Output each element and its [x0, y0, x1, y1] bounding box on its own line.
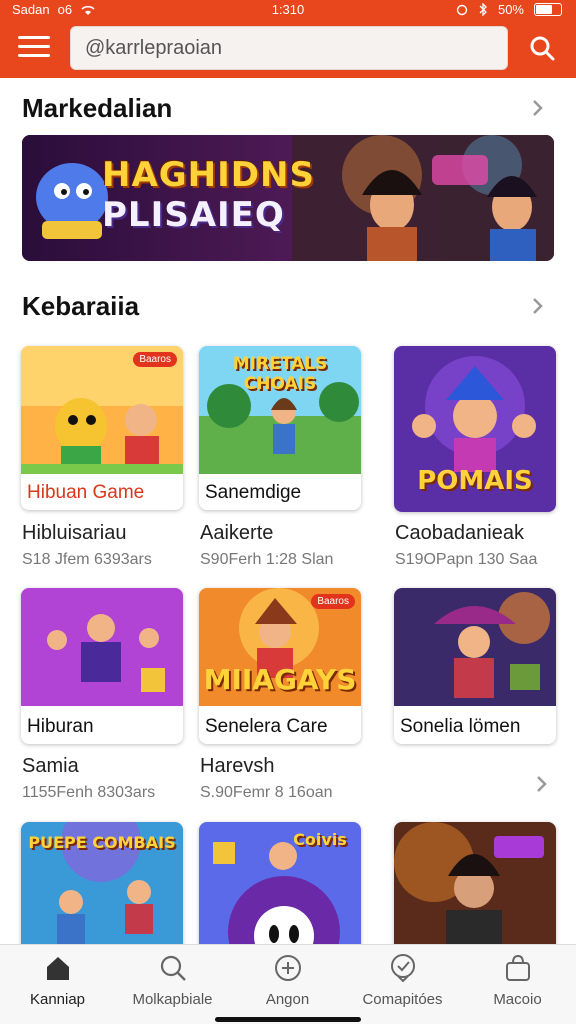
- chevron-right-icon[interactable]: [528, 98, 548, 118]
- card-subtitle: 1155Fenh 8303ars: [22, 784, 156, 801]
- badge-pill: Baaros: [133, 352, 177, 367]
- card-subtitle: S18 Jfem 6393ars: [22, 551, 152, 568]
- search-input[interactable]: [71, 27, 507, 69]
- card-meta: Caobadanieak S19OPapn 130 Saa: [395, 522, 575, 569]
- add-circle-icon: [274, 955, 301, 981]
- card-title: Samia: [22, 755, 79, 777]
- nav-label: Macoio: [493, 991, 542, 1008]
- game-card[interactable]: Coivis: [199, 822, 361, 952]
- banner-title-line1: HAGHIDNS: [102, 155, 315, 195]
- card-meta: Aaikerte S90Ferh 1:28 Slan: [200, 522, 380, 569]
- art-title: MIRETALS CHOAIS: [232, 354, 328, 394]
- bottom-nav-bar: Kanniap Molkapbiale Angon Comapitóes Mac…: [0, 944, 576, 1024]
- battery-percent: 50%: [497, 2, 524, 17]
- search-bar: [70, 26, 508, 70]
- card-title: Harevsh: [200, 755, 275, 777]
- hamburger-line: [18, 36, 50, 39]
- game-card[interactable]: POMAIS: [394, 346, 556, 512]
- card-caption: Hibuan Game: [27, 482, 145, 503]
- card-subtitle: S90Ferh 1:28 Slan: [200, 551, 334, 568]
- game-card[interactable]: Baaros Hibuan Game: [21, 346, 183, 510]
- menu-button[interactable]: [18, 36, 50, 60]
- game-card[interactable]: Hiburan: [21, 588, 183, 744]
- card-subtitle: S.90Femr 8 16oan: [200, 784, 333, 801]
- nav-label: Angon: [265, 991, 310, 1008]
- alarm-icon: [456, 4, 468, 15]
- game-card[interactable]: PUEPE COMBAIS: [21, 822, 183, 952]
- nav-item-completed[interactable]: Comapitóes: [345, 953, 460, 1008]
- art-title: POMAIS: [417, 466, 533, 496]
- card-caption: Senelera Care: [205, 716, 328, 737]
- card-title: Caobadanieak: [395, 522, 524, 544]
- home-indicator[interactable]: [215, 1017, 361, 1022]
- battery-icon: [534, 3, 562, 16]
- card-subtitle: S19OPapn 130 Saa: [395, 551, 538, 568]
- nav-item-bag[interactable]: Macoio: [460, 953, 575, 1008]
- nav-label: Molkapbiale: [132, 991, 213, 1008]
- game-card[interactable]: Sonelia lömen: [394, 588, 556, 744]
- featured-banner[interactable]: HAGHIDNS PLISAIEQ: [22, 135, 554, 261]
- banner-title-line2: PLISAIEQ: [102, 195, 285, 235]
- game-card[interactable]: [394, 822, 556, 952]
- nav-item-search[interactable]: Molkapbiale: [115, 953, 230, 1008]
- nav-item-home[interactable]: Kanniap: [0, 953, 115, 1008]
- section-title: Kebaraiia: [22, 291, 140, 321]
- card-meta: Hibluisariau S18 Jfem 6393ars: [22, 522, 202, 569]
- nav-label: Comapitóes: [362, 991, 443, 1008]
- home-icon: [46, 957, 69, 980]
- chevron-right-icon[interactable]: [528, 296, 548, 316]
- card-title: Aaikerte: [200, 522, 274, 544]
- card-caption: Sonelia lömen: [400, 716, 521, 737]
- top-app-bar: Sadan o6 1:310 50%: [0, 0, 576, 78]
- nav-item-add[interactable]: Angon: [230, 953, 345, 1008]
- check-badge-icon: [390, 954, 415, 983]
- game-art: [394, 588, 556, 706]
- card-caption: Hiburan: [27, 716, 94, 737]
- art-title: MIIAGAYS: [203, 663, 357, 696]
- card-meta: Samia 1155Fenh 8303ars: [22, 755, 202, 802]
- badge-pill: Baaros: [311, 594, 355, 609]
- section-header: Markedalian: [22, 90, 554, 126]
- card-title: Hibluisariau: [22, 522, 127, 544]
- bag-icon: [505, 954, 530, 981]
- card-meta: Harevsh S.90Femr 8 16oan: [200, 755, 380, 802]
- game-card[interactable]: Baaros MIIAGAYS Senelera Care: [199, 588, 361, 744]
- game-art: [394, 822, 556, 952]
- nav-label: Kanniap: [29, 991, 86, 1008]
- section-header: Kebaraiia: [22, 288, 554, 324]
- game-art: [21, 588, 183, 706]
- banner-title: HAGHIDNS PLISAIEQ: [102, 155, 315, 235]
- search-icon: [160, 955, 186, 981]
- clock-text: 1:310: [271, 2, 305, 17]
- art-title: Coivis: [293, 830, 347, 849]
- bluetooth-icon: [479, 3, 487, 16]
- art-title: PUEPE COMBAIS: [28, 833, 176, 852]
- search-icon[interactable]: [528, 34, 556, 62]
- hamburger-line: [18, 45, 50, 48]
- game-card[interactable]: MIRETALS CHOAIS Sanemdige: [199, 346, 361, 510]
- chevron-right-icon[interactable]: [532, 774, 552, 794]
- section-title: Markedalian: [22, 93, 173, 123]
- card-caption: Sanemdige: [205, 482, 302, 503]
- app-screen: Sadan o6 1:310 50% Markedalian: [0, 0, 576, 1024]
- status-bar: Sadan o6 1:310 50%: [0, 0, 576, 20]
- hamburger-line: [18, 54, 50, 57]
